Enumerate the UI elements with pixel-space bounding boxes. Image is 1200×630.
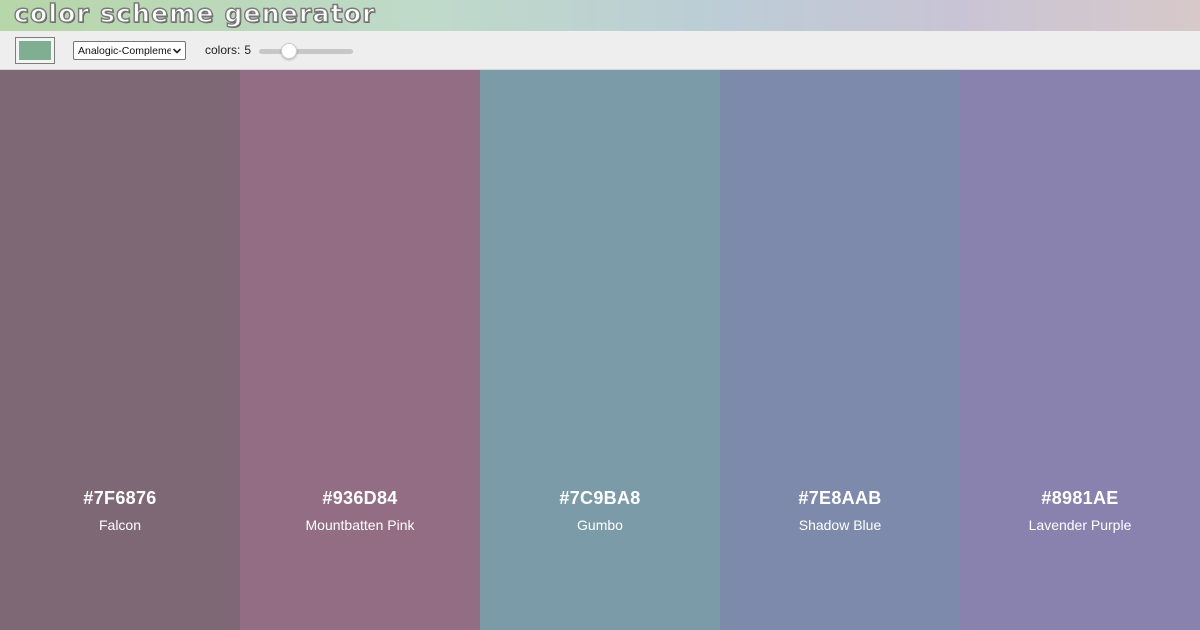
- swatch-name: Gumbo: [577, 517, 623, 533]
- color-count-label: colors: 5: [205, 43, 251, 57]
- swatch-hex: #7C9BA8: [559, 488, 641, 508]
- color-swatch[interactable]: #936D84 Mountbatten Pink: [240, 70, 480, 630]
- color-count-value: 5: [244, 43, 252, 57]
- base-color-fill: [19, 41, 51, 60]
- app-header: color scheme generator: [0, 0, 1200, 31]
- base-color-picker[interactable]: [15, 37, 55, 64]
- swatch-hex: #7F6876: [83, 488, 157, 508]
- slider-track: [259, 49, 353, 54]
- chevron-down-icon: [173, 48, 181, 53]
- color-swatch[interactable]: #7F6876 Falcon: [0, 70, 240, 630]
- color-count-slider[interactable]: [259, 43, 353, 59]
- palette: #7F6876 Falcon #936D84 Mountbatten Pink #7C9…: [0, 70, 1200, 630]
- slider-thumb[interactable]: [281, 43, 297, 59]
- scheme-mode-label: Analogic-Complement: [78, 44, 171, 57]
- color-swatch[interactable]: #7C9BA8 Gumbo: [480, 70, 720, 630]
- color-swatch[interactable]: #8981AE Lavender Purple: [960, 70, 1200, 630]
- swatch-name: Mountbatten Pink: [305, 517, 415, 533]
- swatch-hex: #936D84: [322, 488, 398, 508]
- swatch-name: Shadow Blue: [798, 517, 882, 533]
- swatch-hex: #8981AE: [1041, 488, 1119, 508]
- app-title: color scheme generator: [13, 0, 376, 29]
- color-swatch[interactable]: #7E8AAB Shadow Blue: [720, 70, 960, 630]
- swatch-name: Lavender Purple: [1028, 517, 1132, 533]
- toolbar: Analogic-Complement colors: 5: [0, 31, 1200, 70]
- swatch-name: Falcon: [98, 517, 142, 533]
- color-count-text: colors:: [205, 43, 241, 57]
- swatch-hex: #7E8AAB: [798, 488, 882, 508]
- scheme-mode-select[interactable]: Analogic-Complement: [73, 41, 186, 60]
